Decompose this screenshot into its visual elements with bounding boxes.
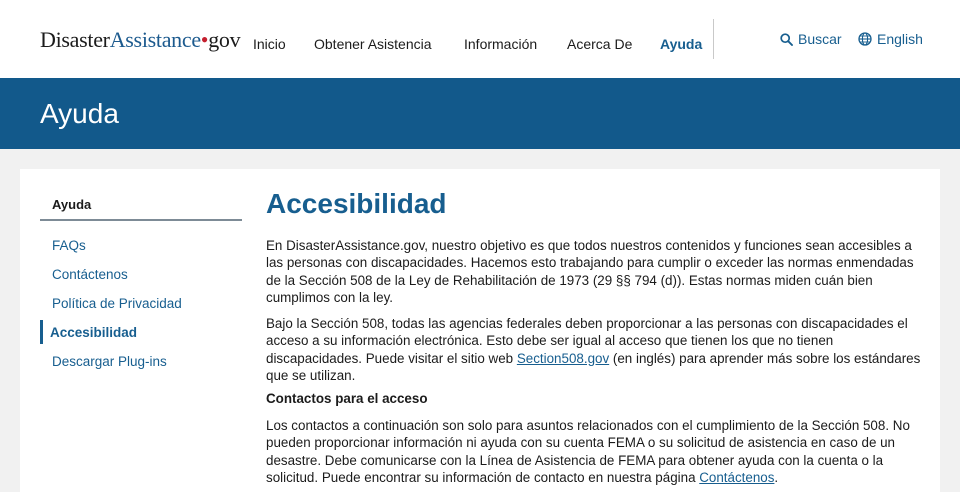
- contacts-text-after: .: [774, 469, 779, 485]
- logo-text-assistance: Assistance: [109, 27, 201, 52]
- language-button[interactable]: English: [858, 31, 923, 47]
- contacts-subheading: Contactos para el acceso: [266, 391, 428, 406]
- site-header: DisasterAssistance•gov Inicio Obtener As…: [0, 0, 960, 78]
- nav-divider: [713, 19, 714, 59]
- sidebar-divider: [40, 219, 242, 221]
- sidebar-title: Ayuda: [52, 197, 92, 212]
- sidebar-item-descargar-plug-ins[interactable]: Descargar Plug-ins: [52, 354, 167, 369]
- sidebar-item-contactenos[interactable]: Contáctenos: [52, 267, 128, 282]
- logo-text-gov: gov: [208, 27, 241, 52]
- sidebar-active-indicator: [40, 320, 43, 344]
- section508-link[interactable]: Section508.gov: [517, 351, 609, 366]
- content-card: Ayuda FAQs Contáctenos Política de Priva…: [20, 169, 940, 492]
- contactenos-link[interactable]: Contáctenos: [699, 470, 774, 485]
- contacts-paragraph: Los contactos a continuación son solo pa…: [266, 417, 926, 486]
- nav-item-ayuda[interactable]: Ayuda: [660, 36, 702, 52]
- logo-text-disaster: Disaster: [40, 27, 110, 52]
- page-title: Accesibilidad: [266, 188, 447, 219]
- language-label: English: [877, 31, 923, 47]
- site-logo[interactable]: DisasterAssistance•gov: [40, 27, 241, 53]
- search-icon: [780, 32, 793, 46]
- section508-paragraph: Bajo la Sección 508, todas las agencias …: [266, 315, 926, 384]
- page-banner: Ayuda: [0, 78, 960, 149]
- contacts-text-before: Los contactos a continuación son solo pa…: [266, 418, 910, 485]
- sidebar-item-faqs[interactable]: FAQs: [52, 238, 86, 253]
- nav-item-inicio[interactable]: Inicio: [253, 36, 286, 52]
- search-label: Buscar: [798, 31, 842, 47]
- intro-paragraph: En DisasterAssistance.gov, nuestro objet…: [266, 238, 914, 305]
- globe-icon: [858, 32, 872, 46]
- nav-item-informacion[interactable]: Información: [464, 36, 537, 52]
- sidebar-item-politica-de-privacidad[interactable]: Política de Privacidad: [52, 296, 182, 311]
- nav-item-acerca-de[interactable]: Acerca De: [567, 36, 632, 52]
- sidebar-item-accesibilidad[interactable]: Accesibilidad: [50, 325, 137, 340]
- nav-item-obtener-asistencia[interactable]: Obtener Asistencia: [314, 36, 432, 52]
- banner-title: Ayuda: [40, 98, 119, 129]
- search-button[interactable]: Buscar: [780, 31, 842, 47]
